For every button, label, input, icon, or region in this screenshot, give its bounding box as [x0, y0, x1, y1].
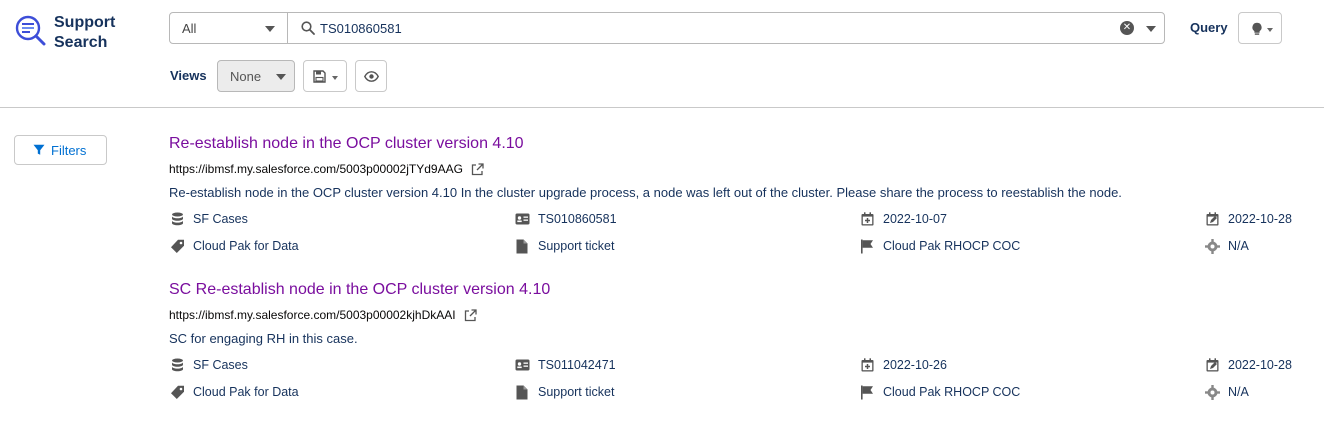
field-product: Cloud Pak for Data [169, 384, 299, 400]
filters-button[interactable]: Filters [14, 135, 107, 165]
result-url[interactable]: https://ibmsf.my.salesforce.com/5003p000… [169, 308, 477, 322]
document-icon [514, 384, 530, 400]
field-created-value: 2022-10-26 [883, 358, 947, 372]
eye-icon [364, 71, 379, 82]
query-menu-button[interactable] [1238, 12, 1282, 44]
result-title-link[interactable]: SC Re-establish node in the OCP cluster … [169, 281, 550, 299]
query-label: Query [1190, 20, 1228, 35]
field-doc-type-value: Support ticket [538, 385, 615, 399]
database-icon [169, 211, 185, 227]
result-url[interactable]: https://ibmsf.my.salesforce.com/5003p000… [169, 162, 484, 176]
result-description: SC for engaging RH in this case. [169, 331, 358, 346]
field-team-value: Cloud Pak RHOCP COC [883, 385, 1021, 399]
app-title: Support Search [54, 13, 115, 53]
field-created: 2022-10-07 [859, 211, 947, 227]
tag-icon [169, 384, 185, 400]
app-logo[interactable]: Support Search [14, 13, 115, 53]
scope-select[interactable]: All [169, 12, 288, 44]
views-selected: None [230, 68, 262, 84]
calendar-plus-icon [859, 357, 875, 373]
app-title-line2: Search [54, 34, 108, 51]
result-item: SC Re-establish node in the OCP cluster … [169, 281, 1319, 411]
external-link-icon[interactable] [464, 308, 477, 322]
views-label: Views [170, 68, 207, 83]
result-url-text[interactable]: https://ibmsf.my.salesforce.com/5003p000… [169, 308, 456, 322]
field-source-value: SF Cases [193, 358, 248, 372]
chevron-down-icon[interactable] [1146, 26, 1156, 32]
calendar-edit-icon [1204, 211, 1220, 227]
gear-icon [1204, 238, 1220, 254]
field-modified-value: 2022-10-28 [1228, 212, 1292, 226]
clear-icon[interactable]: ✕ [1120, 21, 1134, 35]
lightbulb-icon [1252, 22, 1262, 35]
field-product-value: Cloud Pak for Data [193, 385, 299, 399]
field-modified-value: 2022-10-28 [1228, 358, 1292, 372]
chevron-down-icon [265, 26, 275, 32]
search-box[interactable]: ✕ [287, 12, 1165, 44]
calendar-plus-icon [859, 211, 875, 227]
search-icon [301, 21, 315, 35]
field-team-value: Cloud Pak RHOCP COC [883, 239, 1021, 253]
field-product: Cloud Pak for Data [169, 238, 299, 254]
filter-icon [33, 144, 45, 155]
save-view-button[interactable] [303, 60, 347, 92]
field-team: Cloud Pak RHOCP COC [859, 384, 1020, 400]
field-created: 2022-10-26 [859, 357, 947, 373]
filters-label: Filters [51, 142, 87, 158]
database-icon [169, 357, 185, 373]
flag-icon [859, 238, 875, 254]
result-item: Re-establish node in the OCP cluster ver… [169, 135, 1319, 265]
calendar-edit-icon [1204, 357, 1220, 373]
search-list-icon [15, 15, 46, 46]
scope-value: All [182, 20, 197, 36]
id-card-icon [514, 211, 530, 227]
field-source-value: SF Cases [193, 212, 248, 226]
field-source: SF Cases [169, 357, 248, 373]
gear-icon [1204, 384, 1220, 400]
result-title-link[interactable]: Re-establish node in the OCP cluster ver… [169, 135, 524, 153]
field-severity: N/A [1204, 238, 1249, 254]
field-case-number-value: TS010860581 [538, 212, 617, 226]
field-created-value: 2022-10-07 [883, 212, 947, 226]
field-case-number: TS011042471 [514, 357, 616, 373]
tag-icon [169, 238, 185, 254]
preview-button[interactable] [355, 60, 387, 92]
views-select[interactable]: None [217, 60, 295, 92]
field-severity-value: N/A [1228, 239, 1249, 253]
field-doc-type: Support ticket [514, 384, 614, 400]
search-input[interactable] [320, 19, 1100, 37]
field-case-number-value: TS011042471 [538, 358, 616, 372]
id-card-icon [514, 357, 530, 373]
save-icon [313, 70, 326, 83]
app-title-line1: Support [54, 14, 116, 31]
field-team: Cloud Pak RHOCP COC [859, 238, 1020, 254]
document-icon [514, 238, 530, 254]
external-link-icon[interactable] [471, 162, 484, 176]
chevron-down-icon [1267, 28, 1273, 32]
field-case-number: TS010860581 [514, 211, 617, 227]
field-severity-value: N/A [1228, 385, 1249, 399]
result-url-text[interactable]: https://ibmsf.my.salesforce.com/5003p000… [169, 162, 463, 176]
result-description: Re-establish node in the OCP cluster ver… [169, 185, 1122, 200]
field-source: SF Cases [169, 211, 248, 227]
chevron-down-icon [276, 74, 286, 80]
field-doc-type-value: Support ticket [538, 239, 615, 253]
field-product-value: Cloud Pak for Data [193, 239, 299, 253]
field-severity: N/A [1204, 384, 1249, 400]
header: Support Search All ✕ Query Views None [0, 0, 1324, 108]
field-modified: 2022-10-28 [1204, 357, 1292, 373]
chevron-down-icon [332, 76, 338, 80]
flag-icon [859, 384, 875, 400]
field-modified: 2022-10-28 [1204, 211, 1292, 227]
field-doc-type: Support ticket [514, 238, 614, 254]
